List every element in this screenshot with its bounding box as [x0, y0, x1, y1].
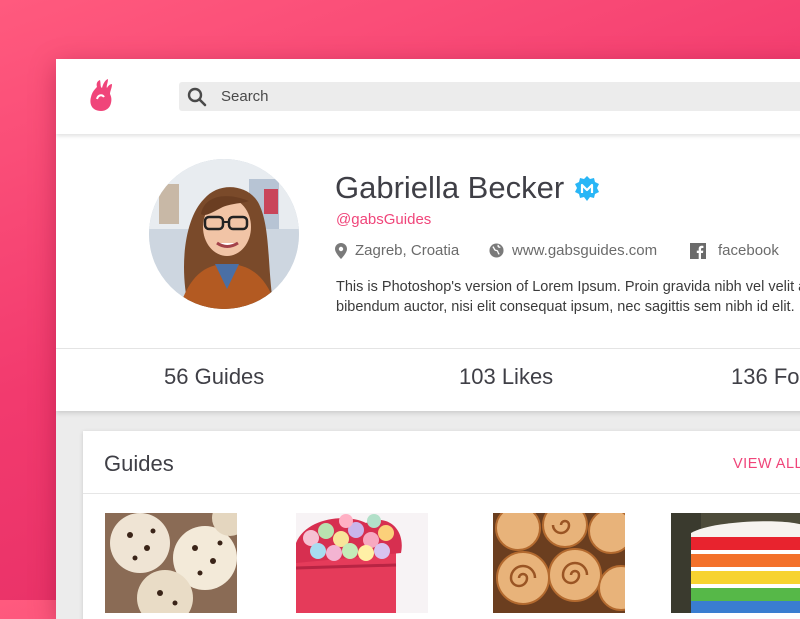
- profile-divider: [56, 348, 800, 349]
- hand-logo-icon[interactable]: [88, 77, 114, 113]
- facebook-link[interactable]: facebook: [718, 242, 779, 259]
- website-link[interactable]: www.gabsguides.com: [512, 242, 657, 259]
- guide-thumbnail-rainbow-cake[interactable]: [671, 513, 800, 613]
- stat-followers[interactable]: 136 Followers: [731, 364, 800, 390]
- search-icon: [187, 87, 207, 107]
- guide-thumbnail-candy-hearts[interactable]: [296, 513, 428, 613]
- profile-bio: This is Photoshop's version of Lorem Ips…: [336, 277, 800, 317]
- profile-name: Gabriella Becker: [335, 170, 565, 205]
- search-input[interactable]: Search: [221, 88, 269, 105]
- bio-line: This is Photoshop's version of Lorem Ips…: [336, 279, 800, 295]
- profile-card: Gabriella Becker @gabsGuides Zagreb, Cro…: [56, 134, 800, 411]
- globe-icon: [489, 243, 504, 258]
- guide-thumbnail-cinnamon-rolls[interactable]: [493, 513, 625, 613]
- facebook-icon: [690, 242, 706, 259]
- profile-handle[interactable]: @gabsGuides: [336, 211, 431, 228]
- location: Zagreb, Croatia: [335, 242, 459, 259]
- location-text: Zagreb, Croatia: [355, 242, 460, 259]
- location-pin-icon: [335, 242, 347, 259]
- stat-likes[interactable]: 103 Likes: [459, 364, 553, 390]
- view-all-link[interactable]: VIEW ALL: [733, 456, 800, 472]
- social-link[interactable]: facebook: [690, 242, 779, 259]
- guides-heading: Guides: [104, 451, 174, 476]
- stat-guides[interactable]: 56 Guides: [164, 364, 264, 390]
- guide-thumbnail-cookies[interactable]: [105, 513, 237, 613]
- app-window: Search Gabriella Becker @gabsGuides Zagr…: [56, 59, 800, 619]
- bio-line: bibendum auctor, nisi elit consequat ips…: [336, 299, 795, 315]
- verified-badge-icon: [575, 176, 599, 201]
- guides-card: Guides VIEW ALL: [83, 431, 800, 619]
- guides-divider: [83, 493, 800, 494]
- website[interactable]: www.gabsguides.com: [489, 242, 657, 259]
- top-bar: Search: [56, 59, 800, 134]
- avatar[interactable]: [149, 159, 299, 309]
- search-bar[interactable]: Search: [179, 82, 800, 111]
